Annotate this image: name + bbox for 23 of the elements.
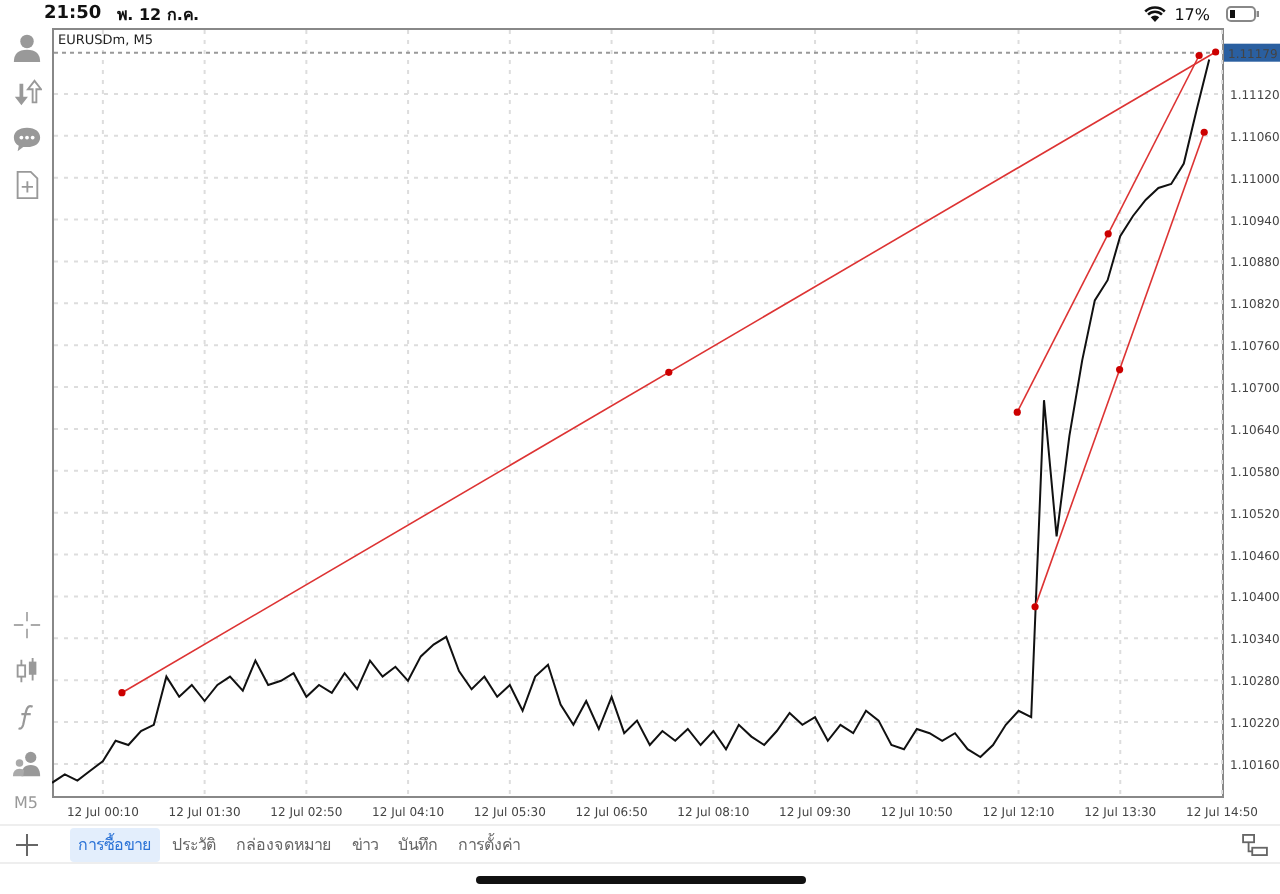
trendline-drawing[interactable] bbox=[1031, 128, 1208, 611]
candlestick-icon[interactable] bbox=[11, 656, 41, 686]
add-icon[interactable] bbox=[16, 833, 38, 855]
tab[interactable]: การตั้งค่า bbox=[450, 827, 528, 861]
people-icon[interactable] bbox=[11, 748, 41, 778]
battery-icon bbox=[1226, 6, 1260, 22]
chat-icon[interactable] bbox=[11, 124, 41, 154]
battery-percent: 17% bbox=[1174, 5, 1210, 23]
status-date: พ. 12 ก.ค. bbox=[117, 3, 199, 27]
tab[interactable]: ข่าว bbox=[344, 827, 386, 861]
home-indicator[interactable] bbox=[475, 875, 805, 883]
crosshair-icon[interactable] bbox=[11, 610, 41, 640]
layout-icon[interactable] bbox=[1242, 833, 1268, 855]
wifi-icon bbox=[1144, 6, 1167, 22]
trade-arrows-icon[interactable] bbox=[11, 78, 41, 108]
trendline-drawing[interactable] bbox=[1013, 51, 1203, 416]
tab[interactable]: ประวัติ bbox=[164, 827, 224, 861]
status-time: 21:50 bbox=[44, 4, 102, 24]
tab[interactable]: กล่องจดหมาย bbox=[228, 827, 340, 861]
new-document-icon[interactable] bbox=[11, 170, 41, 200]
account-icon[interactable] bbox=[11, 32, 41, 62]
tab[interactable]: การซื้อขาย bbox=[70, 827, 160, 861]
tab[interactable]: บันทึก bbox=[390, 827, 446, 861]
